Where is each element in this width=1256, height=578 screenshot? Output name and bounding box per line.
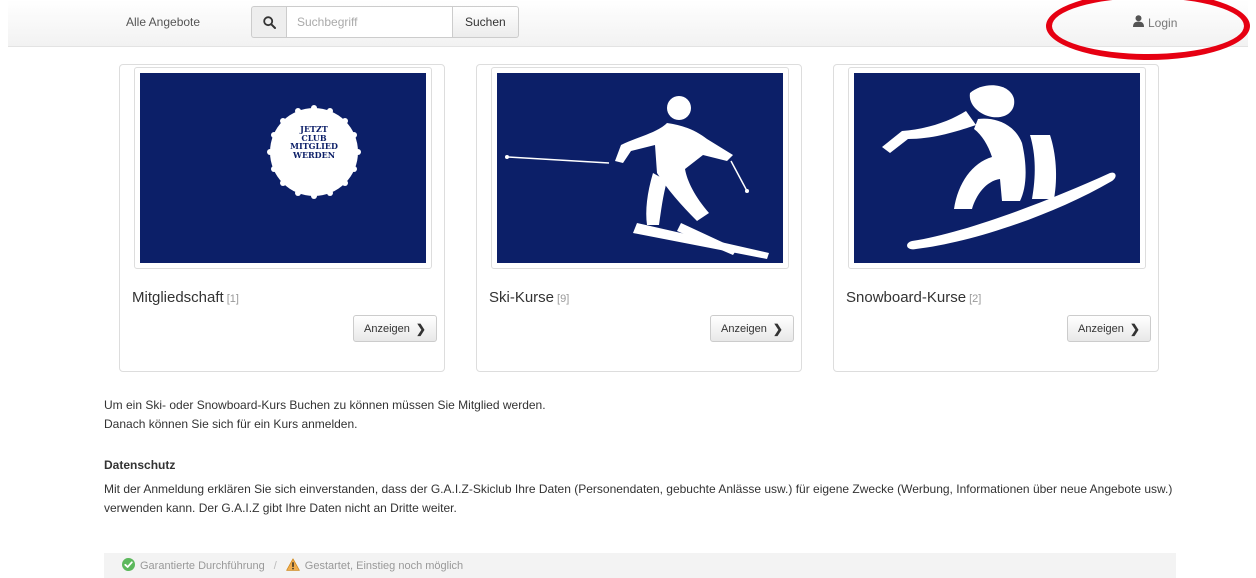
card-title-text: Ski-Kurse [489, 289, 555, 306]
search-input[interactable] [286, 6, 453, 38]
skier-icon [497, 73, 783, 263]
card-count: [9] [557, 293, 570, 305]
search-icon [251, 6, 286, 38]
show-button-label: Anzeigen [364, 322, 410, 335]
card-title[interactable]: Snowboard-Kurse [2] [846, 289, 981, 306]
card-count: [2] [969, 293, 982, 305]
show-button-label: Anzeigen [721, 322, 767, 335]
search-group: Suchen [251, 6, 519, 38]
user-icon [1133, 15, 1144, 30]
chevron-right-icon: ❯ [772, 321, 783, 336]
card-title-text: Snowboard-Kurse [846, 289, 967, 306]
chevron-right-icon: ❯ [1129, 321, 1140, 336]
search-button[interactable]: Suchen [453, 6, 519, 38]
legend-separator: / [273, 559, 277, 572]
card-title[interactable]: Mitgliedschaft [1] [132, 289, 239, 306]
privacy-heading: Datenschutz [104, 458, 176, 472]
warning-icon [285, 557, 300, 574]
show-button[interactable]: Anzeigen ❯ [1067, 315, 1151, 342]
card-image[interactable] [848, 67, 1146, 269]
category-card-snowboard: Snowboard-Kurse [2] Anzeigen ❯ [833, 64, 1159, 372]
category-card-ski: Ski-Kurse [9] Anzeigen ❯ [476, 64, 802, 372]
card-title-text: Mitgliedschaft [132, 289, 224, 306]
info-line-2: Danach können Sie sich für ein Kurs anme… [104, 417, 358, 431]
privacy-text: Mit der Anmeldung erklären Sie sich einv… [104, 482, 1173, 515]
card-title[interactable]: Ski-Kurse [9] [489, 289, 569, 306]
status-legend: Garantierte Durchführung / Gestartet, Ei… [104, 553, 1176, 578]
card-count: [1] [226, 293, 239, 305]
top-navbar: Alle Angebote Suchen Login [8, 0, 1248, 47]
category-card-membership: JETZT CLUB MITGLIED WERDEN Mitgliedschaf… [119, 64, 445, 372]
card-image[interactable] [491, 67, 789, 269]
login-link[interactable]: Login [1133, 15, 1177, 30]
card-image[interactable]: JETZT CLUB MITGLIED WERDEN [134, 67, 432, 269]
membership-info: Um ein Ski- oder Snowboard-Kurs Buchen z… [104, 396, 546, 434]
info-line-1: Um ein Ski- oder Snowboard-Kurs Buchen z… [104, 398, 546, 412]
legend-started: Gestartet, Einstieg noch möglich [285, 557, 464, 574]
legend-guaranteed: Garantierte Durchführung [122, 557, 265, 574]
badge-text-4: WERDEN [292, 149, 336, 160]
show-button[interactable]: Anzeigen ❯ [710, 315, 794, 342]
snowboarder-icon [854, 73, 1140, 263]
check-circle-icon [122, 557, 135, 574]
legend-started-label: Gestartet, Einstieg noch möglich [304, 559, 464, 572]
login-label: Login [1148, 15, 1178, 30]
show-button-label: Anzeigen [1078, 322, 1124, 335]
show-button[interactable]: Anzeigen ❯ [353, 315, 437, 342]
nav-all-offers-link[interactable]: Alle Angebote [126, 15, 200, 29]
membership-badge-icon: JETZT CLUB MITGLIED WERDEN [140, 73, 426, 263]
chevron-right-icon: ❯ [415, 321, 426, 336]
legend-guaranteed-label: Garantierte Durchführung [140, 559, 265, 572]
